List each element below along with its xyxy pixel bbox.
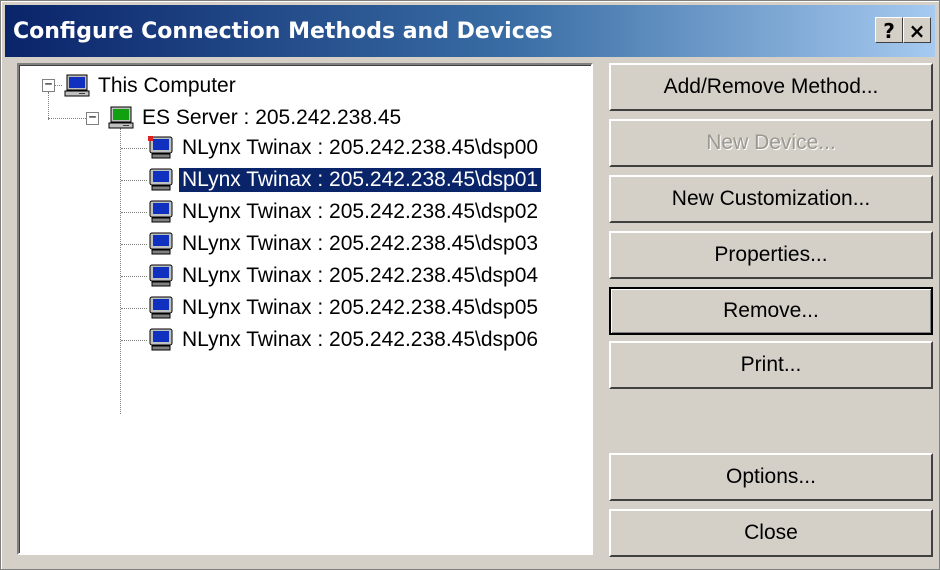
tree-node-label: NLynx Twinax : 205.242.238.45\dsp04	[182, 264, 539, 287]
tree-line	[121, 180, 147, 181]
tree-content: − This Computer − ES Server: 205.242.23…	[19, 65, 591, 553]
tree-node-es-server[interactable]: ES Server : 205.242.238.45	[108, 104, 401, 132]
tree-node-device-dsp00[interactable]: NLynx Twinax : 205.242.238.45\dsp00	[148, 134, 538, 162]
server-icon	[108, 106, 134, 129]
tree-line	[121, 148, 147, 149]
tree-line	[121, 276, 147, 277]
print-button[interactable]: Print...	[609, 341, 933, 389]
dialog-window: Configure Connection Methods and Devices…	[0, 0, 940, 570]
tree-line	[120, 128, 121, 414]
new-customization-button[interactable]: New Customization...	[609, 175, 933, 223]
tree-line	[121, 340, 147, 341]
options-button[interactable]: Options...	[609, 453, 933, 501]
tree-node-device-dsp02[interactable]: NLynx Twinax : 205.242.238.45\dsp02	[148, 198, 538, 226]
collapse-toggle[interactable]: −	[86, 111, 99, 125]
tree-node-label: This Computer	[98, 74, 236, 97]
tree-line	[48, 92, 49, 120]
close-button[interactable]: Close	[609, 509, 933, 557]
tree-node-label: NLynx Twinax : 205.242.238.45\dsp05	[182, 296, 539, 319]
tree-node-device-dsp06[interactable]: NLynx Twinax : 205.242.238.45\dsp06	[148, 326, 538, 354]
collapse-toggle[interactable]: −	[42, 78, 55, 92]
computer-icon	[64, 74, 90, 97]
tree-node-device-dsp03[interactable]: NLynx Twinax : 205.242.238.45\dsp03	[148, 230, 538, 258]
add-remove-method-button[interactable]: Add/Remove Method...	[609, 63, 933, 111]
tree-line	[121, 212, 147, 213]
tree-node-this-computer[interactable]: This Computer	[64, 72, 236, 100]
tree-node-label: NLynx Twinax : 205.242.238.45\dsp03	[182, 232, 539, 255]
title-bar: Configure Connection Methods and Devices…	[5, 5, 935, 57]
tree-node-label: NLynx Twinax : 205.242.238.45\dsp02	[182, 200, 539, 223]
tree-node-device-dsp01[interactable]: NLynx Twinax : 205.242.238.45\dsp01	[148, 166, 543, 194]
tree-line	[121, 244, 147, 245]
properties-button[interactable]: Properties...	[609, 231, 933, 279]
tree-node-device-dsp05[interactable]: NLynx Twinax : 205.242.238.45\dsp05	[148, 294, 538, 322]
tree-node-label: ES Server : 205.242.238.45	[142, 106, 402, 129]
connection-tree[interactable]: − This Computer − ES Server: 205.242.23…	[17, 63, 593, 555]
tree-line	[48, 118, 86, 119]
terminal-icon	[149, 168, 173, 191]
tree-node-label: NLynx Twinax : 205.242.238.45\dsp00	[182, 136, 539, 159]
tree-node-label-selected: NLynx Twinax : 205.242.238.45\dsp01	[177, 167, 543, 193]
terminal-icon	[149, 328, 173, 351]
new-device-button[interactable]: New Device...	[609, 119, 933, 167]
tree-node-label: NLynx Twinax : 205.242.238.45\dsp06	[182, 328, 539, 351]
terminal-icon	[148, 136, 173, 159]
close-window-button[interactable]: ×	[903, 17, 931, 43]
help-button[interactable]: ?	[875, 17, 903, 43]
terminal-icon	[149, 200, 173, 223]
tree-node-device-dsp04[interactable]: NLynx Twinax : 205.242.238.45\dsp04	[148, 262, 538, 290]
terminal-icon	[149, 296, 173, 319]
tree-line	[121, 308, 147, 309]
window-title: Configure Connection Methods and Devices	[13, 19, 553, 44]
remove-button[interactable]: Remove...	[609, 287, 933, 335]
terminal-icon	[149, 264, 173, 287]
terminal-icon	[149, 232, 173, 255]
